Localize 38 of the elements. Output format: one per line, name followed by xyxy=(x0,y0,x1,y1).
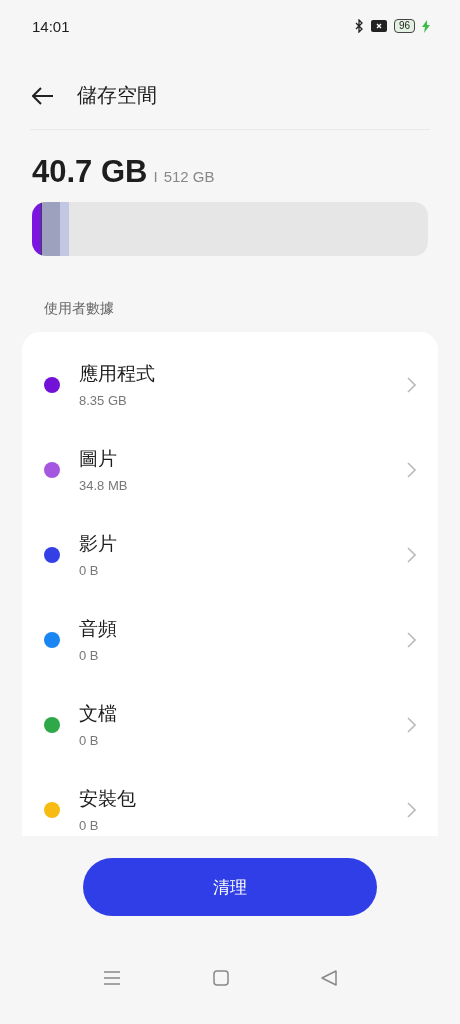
home-icon[interactable] xyxy=(213,970,229,986)
back-arrow-icon[interactable] xyxy=(32,86,54,105)
battery-indicator: 96 xyxy=(393,19,415,33)
category-name: 音頻 xyxy=(79,616,118,641)
page-title: 儲存空間 xyxy=(77,82,157,109)
chevron-icon xyxy=(407,631,416,648)
category-size: 0 B xyxy=(79,818,100,833)
category-row[interactable]: 圖片 34.8 MB xyxy=(22,427,438,512)
clean-button[interactable]: 清理 xyxy=(83,858,377,916)
category-name: 安裝包 xyxy=(79,786,137,811)
category-size: 34.8 MB xyxy=(79,478,129,493)
back-icon[interactable] xyxy=(321,970,337,986)
category-size: 8.35 GB xyxy=(79,393,128,408)
used-storage: 40.7 GB xyxy=(32,154,148,190)
category-row[interactable]: 影片 0 B xyxy=(22,512,438,597)
sim-off-icon xyxy=(370,20,387,32)
chevron-icon xyxy=(407,376,416,393)
category-size: 0 B xyxy=(79,648,100,663)
category-name: 文檔 xyxy=(79,701,118,726)
status-time: 14:01 xyxy=(32,17,70,35)
chevron-icon xyxy=(407,716,416,733)
chevron-icon xyxy=(407,546,416,563)
total-storage: 512 GB xyxy=(163,168,215,185)
bluetooth-icon xyxy=(354,19,364,33)
category-row[interactable]: 音頻 0 B xyxy=(22,597,438,682)
category-size: 0 B xyxy=(79,733,100,748)
category-row[interactable]: 應用程式 8.35 GB xyxy=(22,342,438,427)
section-label: 使用者數據 xyxy=(44,300,115,318)
category-name: 應用程式 xyxy=(79,361,156,386)
category-row[interactable]: 安裝包 0 B xyxy=(22,767,438,836)
category-size: 0 B xyxy=(79,563,100,578)
separator-mark: I xyxy=(153,168,158,185)
category-row[interactable]: 文檔 0 B xyxy=(22,682,438,767)
category-name: 影片 xyxy=(79,531,118,556)
menu-icon[interactable] xyxy=(103,971,121,985)
category-name: 圖片 xyxy=(79,446,118,471)
chevron-icon xyxy=(407,801,416,818)
chevron-icon xyxy=(407,461,416,478)
